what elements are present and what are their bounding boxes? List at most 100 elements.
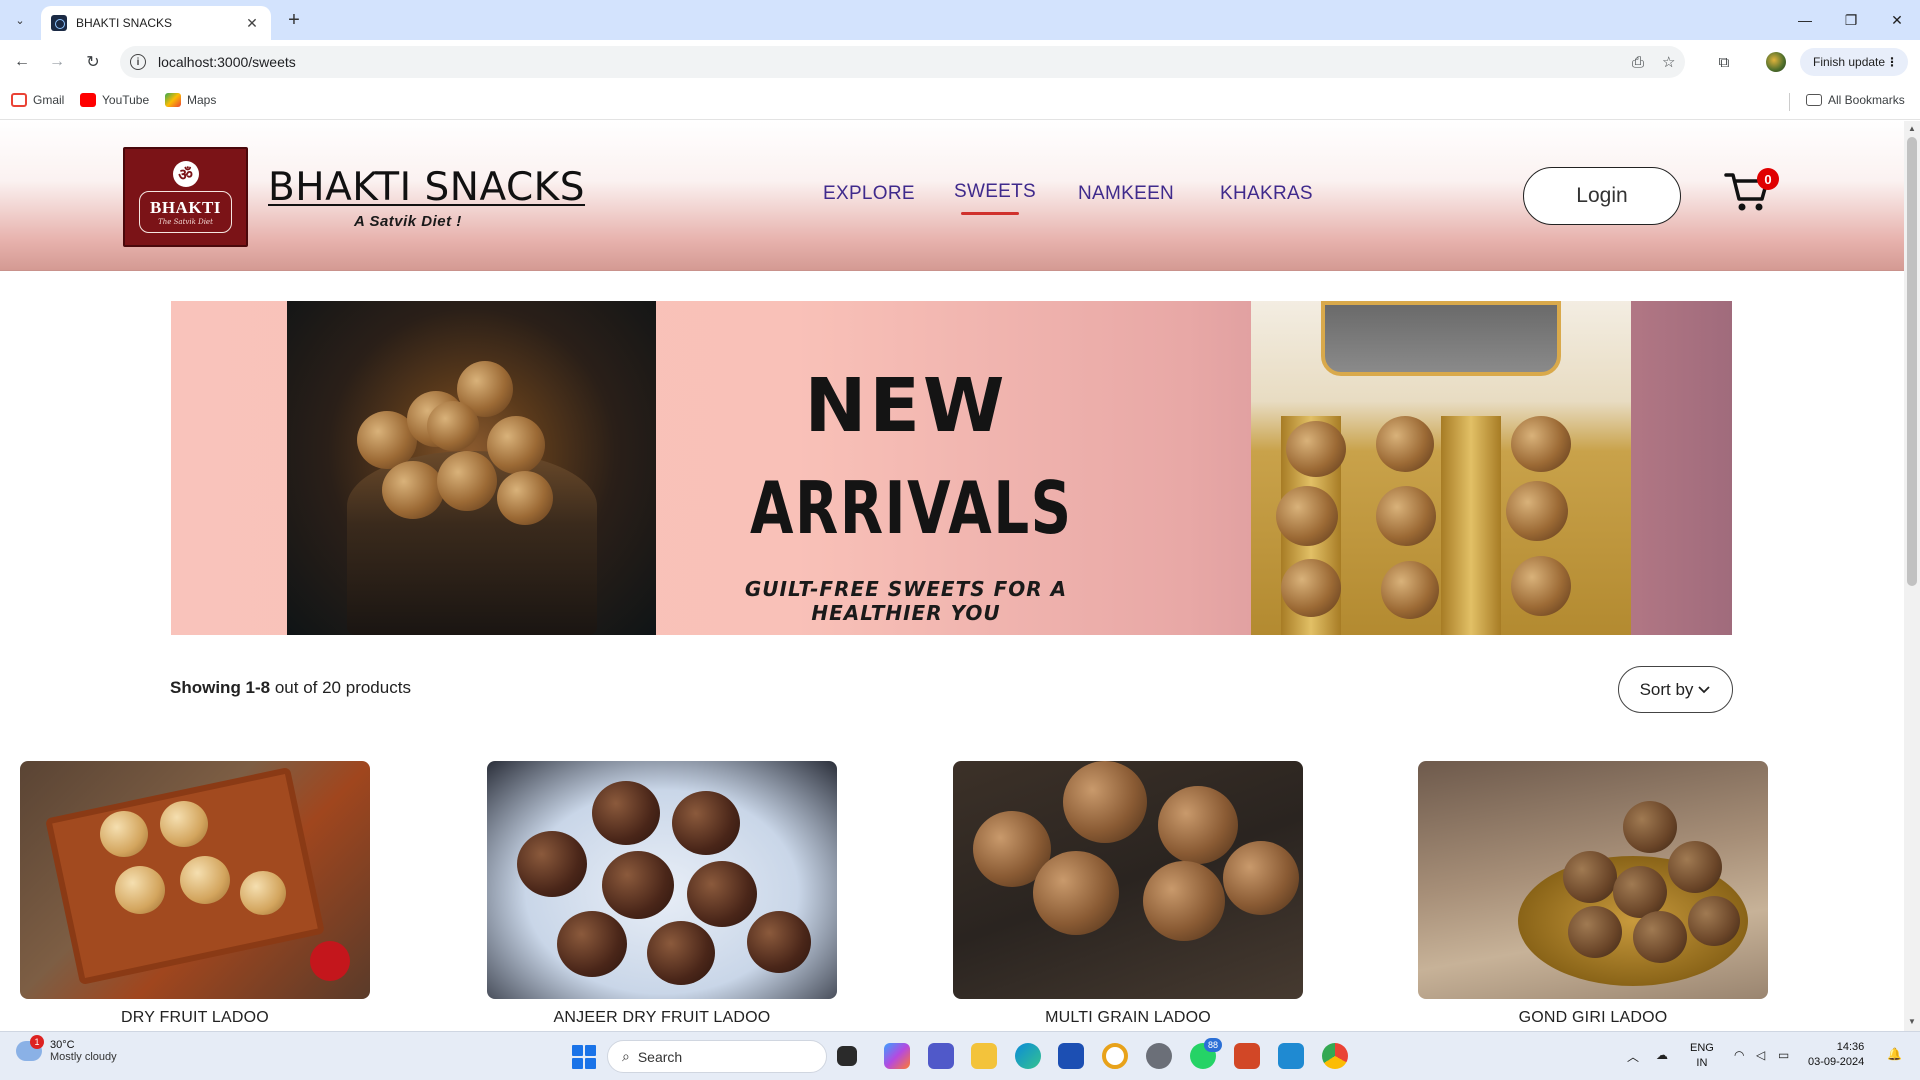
product-image[interactable] [487, 761, 837, 999]
install-app-icon[interactable]: ⎙ [1632, 46, 1644, 78]
bookmark-label: Gmail [33, 93, 65, 107]
page-viewport: ॐ BHAKTI The Satvik Diet BHAKTI SNACKS A… [0, 121, 1904, 1031]
bookmark-youtube[interactable]: YouTube [80, 93, 149, 107]
product-image[interactable] [20, 761, 370, 999]
site-info-icon[interactable]: i [130, 54, 146, 70]
weather-desc: Mostly cloudy [50, 1051, 117, 1063]
brand-logo[interactable]: ॐ BHAKTI The Satvik Diet [123, 147, 248, 247]
windows-taskbar: 1 30°C Mostly cloudy ⌕ Search 88 ︿ ☁ ENG… [0, 1031, 1920, 1080]
task-view-icon[interactable] [837, 1046, 857, 1066]
system-clock[interactable]: 14:36 03-09-2024 [1808, 1040, 1864, 1070]
url-text: localhost:3000/sweets [158, 54, 296, 70]
finish-update-label: Finish update [1813, 55, 1886, 69]
input-language[interactable]: ENG IN [1690, 1041, 1714, 1071]
weather-widget[interactable]: 1 30°C Mostly cloudy [16, 1035, 117, 1063]
ladoo-shape [240, 871, 286, 915]
back-arrow-icon[interactable]: ← [10, 50, 34, 74]
ladoo-shape [592, 781, 660, 845]
nav-active-indicator [961, 212, 1019, 215]
volume-icon[interactable]: ◁ [1756, 1048, 1765, 1062]
new-tab-plus-icon[interactable]: + [282, 8, 306, 32]
restore-icon[interactable]: ❐ [1828, 8, 1874, 32]
tab-close-icon[interactable]: ✕ [243, 15, 261, 32]
nav-namkeen[interactable]: NAMKEEN [1078, 183, 1174, 205]
powerpoint-icon[interactable] [1234, 1043, 1260, 1069]
ladoo-shape [687, 861, 757, 927]
profile-avatar[interactable] [1766, 52, 1786, 72]
product-card[interactable]: DRY FRUIT LADOO [20, 761, 370, 1027]
more-menu-icon[interactable]: ⋮ [1886, 55, 1898, 69]
page-scrollbar[interactable]: ▲ ▼ [1904, 121, 1920, 1031]
logo-tag: The Satvik Diet [158, 218, 213, 226]
product-name[interactable]: DRY FRUIT LADOO [20, 1009, 370, 1027]
finish-update-button[interactable]: Finish update ⋮ [1800, 48, 1908, 76]
chevron-down-icon [1698, 685, 1711, 693]
maps-icon [165, 93, 181, 107]
bookmark-gmail[interactable]: Gmail [11, 93, 64, 107]
taskbar-search[interactable]: ⌕ Search [607, 1040, 827, 1073]
new-arrivals-banner[interactable]: NEW ARRIVALS GUILT-FREE SWEETS FOR A HEA… [171, 301, 1732, 635]
scroll-thumb[interactable] [1907, 137, 1917, 586]
sort-by-button[interactable]: Sort by [1618, 666, 1733, 713]
browser-tab[interactable]: BHAKTI SNACKS ✕ [41, 6, 271, 40]
app-circle-icon[interactable] [1102, 1043, 1128, 1069]
ladoo-shape [1563, 851, 1617, 903]
copilot-icon[interactable] [884, 1043, 910, 1069]
ladoo-shape [487, 416, 545, 474]
product-card[interactable]: ANJEER DRY FRUIT LADOO [487, 761, 837, 1027]
bookmark-label: YouTube [102, 93, 150, 107]
scroll-up-arrow-icon[interactable]: ▲ [1908, 124, 1916, 133]
store-icon[interactable] [1058, 1043, 1084, 1069]
address-bar[interactable]: i localhost:3000/sweets ⎙ ☆ [120, 46, 1685, 78]
ladoo-shape [100, 811, 148, 857]
nav-explore[interactable]: EXPLORE [823, 183, 915, 205]
all-bookmarks[interactable]: All Bookmarks [1806, 93, 1905, 107]
nav-sweets[interactable]: SWEETS [954, 181, 1036, 203]
settings-gear-icon[interactable] [1146, 1043, 1172, 1069]
file-explorer-icon[interactable] [971, 1043, 997, 1069]
product-card[interactable]: MULTI GRAIN LADOO [953, 761, 1303, 1027]
product-image[interactable] [953, 761, 1303, 999]
edge-icon[interactable] [1015, 1043, 1041, 1069]
chrome-icon[interactable] [1322, 1043, 1348, 1069]
brand-name[interactable]: BHAKTI SNACKS [268, 165, 585, 210]
ladoo-shape [1688, 896, 1740, 946]
network-status-icon[interactable]: ☁ [1656, 1048, 1668, 1062]
extensions-puzzle-icon[interactable]: ⧉ [1712, 50, 1736, 74]
forward-arrow-icon[interactable]: → [45, 50, 69, 74]
product-name[interactable]: MULTI GRAIN LADOO [953, 1009, 1303, 1027]
login-button[interactable]: Login [1523, 167, 1681, 225]
bookmark-star-icon[interactable]: ☆ [1662, 46, 1675, 78]
ladoo-shape [1158, 786, 1238, 864]
banner-title-arrivals: ARRIVALS [750, 466, 1073, 550]
minimize-icon[interactable]: — [1782, 8, 1828, 32]
results-range: Showing 1-8 [170, 678, 271, 697]
vscode-icon[interactable] [1278, 1043, 1304, 1069]
results-count: Showing 1-8 out of 20 products [170, 678, 411, 698]
scroll-down-arrow-icon[interactable]: ▼ [1908, 1017, 1916, 1026]
product-name[interactable]: ANJEER DRY FRUIT LADOO [487, 1009, 837, 1027]
tab-search-chevron-icon[interactable]: ⌄ [8, 8, 32, 32]
show-hidden-icons-chevron-icon[interactable]: ︿ [1627, 1048, 1639, 1065]
ladoo-shape [1376, 486, 1436, 546]
banner-subtitle: GUILT-FREE SWEETS FOR A HEALTHIER YOU [744, 577, 1068, 625]
windows-start-icon[interactable] [572, 1045, 596, 1069]
bookmarks-divider [1789, 93, 1790, 111]
weather-temp: 30°C [50, 1039, 75, 1051]
teams-icon[interactable] [928, 1043, 954, 1069]
product-name[interactable]: GOND GIRI LADOO [1418, 1009, 1768, 1027]
banner-gift-box-image [1251, 301, 1631, 635]
ladoo-shape [1568, 906, 1622, 958]
product-image[interactable] [1418, 761, 1768, 999]
banner-ladoo-bowl-image [287, 301, 656, 635]
ladoo-shape [115, 866, 165, 914]
nav-khakras[interactable]: KHAKRAS [1220, 183, 1313, 205]
notification-bell-icon[interactable]: 🔔 [1887, 1047, 1902, 1061]
reload-icon[interactable]: ↻ [81, 50, 105, 74]
battery-icon[interactable]: ▭ [1778, 1048, 1789, 1062]
ladoo-shape [1633, 911, 1687, 963]
product-card[interactable]: GOND GIRI LADOO [1418, 761, 1768, 1027]
wifi-icon[interactable]: ◠ [1734, 1048, 1744, 1062]
bookmark-maps[interactable]: Maps [165, 93, 216, 107]
window-close-icon[interactable]: ✕ [1874, 8, 1920, 32]
